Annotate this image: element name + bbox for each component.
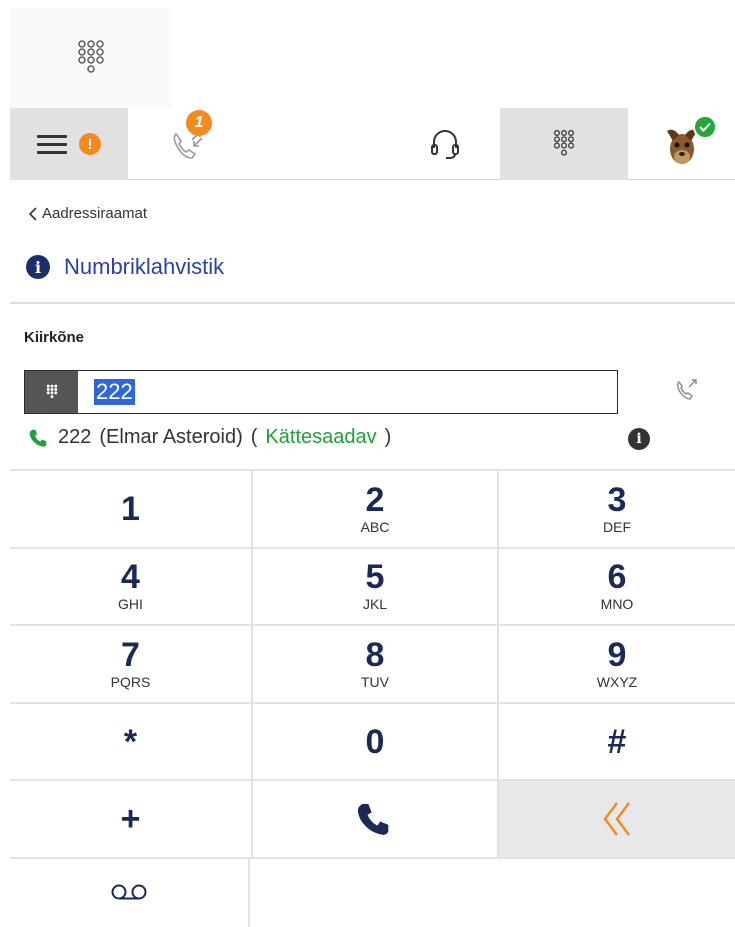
hamburger-icon — [37, 130, 67, 159]
call-button[interactable] — [253, 781, 499, 859]
missed-calls-badge: 1 — [186, 110, 212, 136]
key-hash[interactable]: # — [499, 703, 735, 782]
phone-icon — [29, 429, 47, 447]
dialpad-icon — [553, 129, 575, 156]
phone-icon — [357, 804, 389, 836]
dialpad-icon — [46, 384, 57, 399]
dialpad-button[interactable] — [500, 108, 628, 180]
key-5[interactable]: 5 JKL — [253, 548, 499, 627]
bottom-bar — [10, 857, 735, 927]
double-chevron-left-icon — [603, 802, 630, 836]
call-history-button[interactable]: 1 — [128, 108, 248, 180]
contact-suggestion[interactable]: 222 (Elmar Asteroid) ( Kättesaadav) — [28, 426, 391, 449]
avatar — [659, 115, 717, 167]
online-status-icon — [692, 115, 717, 139]
info-icon[interactable]: i — [26, 255, 50, 279]
key-2[interactable]: 2 ABC — [253, 471, 499, 549]
dialpad-tile[interactable] — [10, 8, 172, 108]
top-toolbar: ! 1 — [10, 108, 735, 180]
page-title: i Numbriklahvistik — [26, 254, 224, 280]
dialpad-toggle-button[interactable] — [25, 371, 78, 413]
key-3[interactable]: 3 DEF — [499, 471, 735, 549]
headset-button[interactable] — [390, 108, 500, 180]
backspace-button[interactable] — [499, 781, 735, 859]
key-7[interactable]: 7 PQRS — [10, 626, 253, 704]
key-star[interactable]: * — [10, 703, 253, 782]
menu-button[interactable]: ! — [10, 108, 128, 180]
back-link[interactable]: Aadressiraamat — [28, 205, 147, 222]
key-plus[interactable]: + — [10, 781, 253, 859]
profile-button[interactable] — [628, 108, 735, 180]
divider — [10, 302, 735, 304]
key-1[interactable]: 1 — [10, 471, 253, 549]
transfer-button[interactable] — [674, 376, 700, 407]
contact-name: (Elmar Asteroid) — [99, 426, 243, 448]
headset-icon — [431, 130, 459, 159]
key-8[interactable]: 8 TUV — [253, 626, 499, 704]
contact-info-icon[interactable]: i — [628, 428, 650, 450]
chevron-left-icon — [28, 206, 37, 221]
key-9[interactable]: 9 WXYZ — [499, 626, 735, 704]
contact-status-open: ( — [250, 426, 258, 448]
warning-icon: ! — [79, 133, 101, 155]
quick-call-input[interactable]: 222 — [94, 379, 135, 405]
voicemail-icon — [111, 884, 147, 900]
transfer-icon — [677, 379, 697, 400]
dialpad-icon — [78, 40, 104, 73]
key-0[interactable]: 0 — [253, 703, 499, 782]
page-title-label: Numbriklahvistik — [64, 254, 225, 279]
quick-call-label: Kiirkõne — [24, 329, 85, 346]
contact-status: Kättesaadav — [265, 426, 377, 448]
back-link-label: Aadressiraamat — [42, 205, 148, 222]
contact-status-close: ) — [384, 426, 392, 448]
key-4[interactable]: 4 GHI — [10, 548, 253, 627]
quick-call-field[interactable]: 222 — [24, 370, 618, 414]
key-6[interactable]: 6 MNO — [499, 548, 735, 627]
keypad: 1 2 ABC 3 DEF 4 GHI 5 JKL 6 MNO 7 PQRS 8 TUV 9W… — [10, 469, 735, 859]
contact-number: 222 — [58, 426, 92, 448]
voicemail-button[interactable] — [10, 857, 250, 927]
